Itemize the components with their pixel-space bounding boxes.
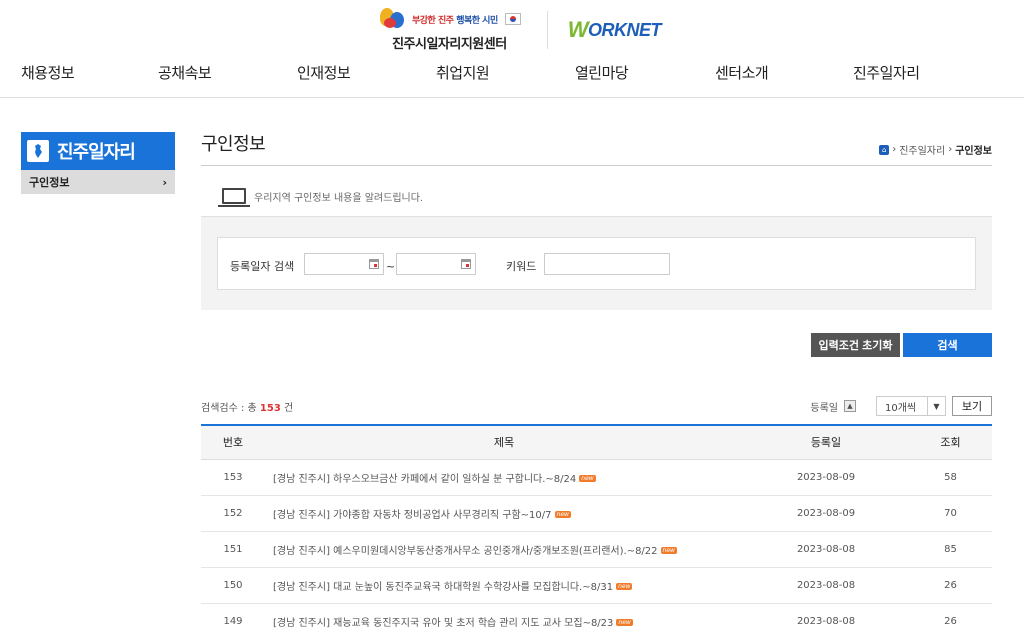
per-page-select[interactable]: 10개씩 ▼ [876,396,946,416]
intro-text: 우리지역 구인정보 내용을 알려드립니다. [254,192,424,204]
search-button[interactable]: 검색 [903,333,992,357]
intro-message: 우리지역 구인정보 내용을 알려드립니다. [218,188,424,207]
result-count: 검색검수 : 총 153 건 [201,403,294,414]
sidebar-title-text: 진주일자리 [57,142,136,163]
row-views: 26 [909,567,992,604]
main-nav: 채용정보 공채속보 인재정보 취업지원 열린마당 센터소개 진주일자리 [0,62,1024,86]
per-page-value: 10개씩 [885,402,917,414]
row-date: 2023-08-09 [743,459,909,496]
row-title-link[interactable]: [경남 진주시] 대교 눈높이 동진주교육국 하대학원 수학강사를 모집합니다.… [273,582,613,593]
sort-controls: 등록일 ▲ 10개씩 ▼ 보기 [810,396,992,416]
row-date: 2023-08-09 [743,495,909,532]
nav-item-open-forum[interactable]: 열린마당 [575,62,629,83]
col-title: 제목 [265,424,743,460]
table-header-row: 번호 제목 등록일 조회 [201,424,992,460]
row-date: 2023-08-08 [743,603,909,639]
new-badge: new [616,582,633,590]
breadcrumb-item[interactable]: 진주일자리 [899,142,945,157]
view-button[interactable]: 보기 [952,396,992,416]
end-date-input[interactable] [396,253,476,275]
logo-area: 부강한 진주 행복한 시민 진주시일자리지원센터 W ORKNET [378,8,662,52]
row-views: 85 [909,531,992,568]
calendar-icon[interactable] [461,259,471,269]
table-row: 151 [경남 진주시] 예스우미원데시앙부동산중개사무소 공인중개사/중개보조… [201,531,992,568]
search-box: 등록일자 검색 ~ 키워드 [217,237,976,290]
keyword-label: 키워드 [506,260,537,273]
site-header: 부강한 진주 행복한 시민 진주시일자리지원센터 W ORKNET 채용정보 공채… [0,0,1024,98]
table-row: 152 [경남 진주시] 가야종합 자동차 정비공업사 사무경리직 구함~10/… [201,495,992,532]
new-badge: new [616,618,633,626]
nav-item-talent[interactable]: 인재정보 [297,62,351,83]
row-views: 70 [909,495,992,532]
sidebar-item-label: 구인정보 [29,176,70,189]
date-search-label: 등록일자 검색 [230,260,295,273]
home-icon[interactable]: ⌂ [879,144,890,155]
date-range-tilde: ~ [386,260,396,273]
keyword-input[interactable] [544,253,670,275]
page-title: 구인정보 [201,134,266,155]
worknet-logo[interactable]: W ORKNET [568,17,662,43]
monitor-icon [218,188,250,207]
row-title-link[interactable]: [경남 진주시] 예스우미원데시앙부동산중개사무소 공인중개사/중개보조원(프리… [273,546,658,557]
row-title-cell: [경남 진주시] 재능교육 동진주지국 유아 및 초저 학습 관리 지도 교사 … [265,603,743,639]
table-row: 150 [경남 진주시] 대교 눈높이 동진주교육국 하대학원 수학강사를 모집… [201,567,992,604]
row-number: 150 [201,567,265,604]
nav-item-center-intro[interactable]: 센터소개 [715,62,769,83]
row-views: 26 [909,603,992,639]
row-date: 2023-08-08 [743,531,909,568]
row-title-link[interactable]: [경남 진주시] 가야종합 자동차 정비공업사 사무경리직 구함~10/7 [273,510,552,521]
sort-asc-icon[interactable]: ▲ [844,400,856,412]
sidebar-title: 진주일자리 [21,132,175,170]
nav-item-employment-support[interactable]: 취업지원 [436,62,490,83]
breadcrumb-current: 구인정보 [955,146,992,157]
row-title-cell: [경남 진주시] 하우스오브금산 카페에서 같이 일하실 분 구합니다.~8/2… [265,459,743,496]
reset-button[interactable]: 입력조건 초기화 [811,333,900,357]
nav-item-recruit[interactable]: 채용정보 [21,62,75,83]
korea-map-icon [27,140,49,162]
row-number: 153 [201,459,265,496]
job-list-table: 번호 제목 등록일 조회 153 [경남 진주시] 하우스오브금산 카페에서 같… [201,424,992,639]
start-date-input[interactable] [304,253,384,275]
table-row: 149 [경남 진주시] 재능교육 동진주지국 유아 및 초저 학습 관리 지도… [201,603,992,639]
row-title-cell: [경남 진주시] 가야종합 자동차 정비공업사 사무경리직 구함~10/7 new [265,495,743,532]
city-emblem-icon [378,8,408,30]
title-divider [201,165,992,166]
row-number: 151 [201,531,265,568]
result-count-number: 153 [259,403,281,414]
new-badge: new [579,474,596,482]
row-number: 149 [201,603,265,639]
city-logo[interactable]: 부강한 진주 행복한 시민 진주시일자리지원센터 [378,8,521,52]
korea-flag-icon [504,13,521,25]
logo-divider [546,11,548,49]
new-badge: new [554,510,571,518]
row-title-cell: [경남 진주시] 대교 눈높이 동진주교육국 하대학원 수학강사를 모집합니다.… [265,567,743,604]
row-date: 2023-08-08 [743,567,909,604]
sort-label: 등록일 [810,402,838,414]
search-panel: 등록일자 검색 ~ 키워드 [201,216,992,310]
row-title-cell: [경남 진주시] 예스우미원데시앙부동산중개사무소 공인중개사/중개보조원(프리… [265,531,743,568]
row-title-link[interactable]: [경남 진주시] 하우스오브금산 카페에서 같이 일하실 분 구합니다.~8/2… [273,474,576,485]
row-title-link[interactable]: [경남 진주시] 재능교육 동진주지국 유아 및 초저 학습 관리 지도 교사 … [273,618,613,629]
col-date: 등록일 [743,424,909,460]
calendar-icon[interactable] [369,259,379,269]
sidebar-item-job-offers[interactable]: 구인정보 › [21,170,175,194]
col-views: 조회 [909,424,992,460]
breadcrumb: ⌂ › 진주일자리 › 구인정보 [879,142,992,157]
table-row: 153 [경남 진주시] 하우스오브금산 카페에서 같이 일하실 분 구합니다.… [201,459,992,496]
new-badge: new [660,546,677,554]
row-views: 58 [909,459,992,496]
nav-item-jinju-jobs[interactable]: 진주일자리 [853,62,920,83]
col-number: 번호 [201,424,265,460]
city-slogan: 부강한 진주 행복한 시민 [412,15,498,26]
center-name: 진주시일자리지원센터 [392,37,507,52]
chevron-right-icon: › [162,175,167,189]
row-number: 152 [201,495,265,532]
chevron-down-icon: ▼ [927,397,945,415]
nav-item-public-news[interactable]: 공채속보 [158,62,212,83]
